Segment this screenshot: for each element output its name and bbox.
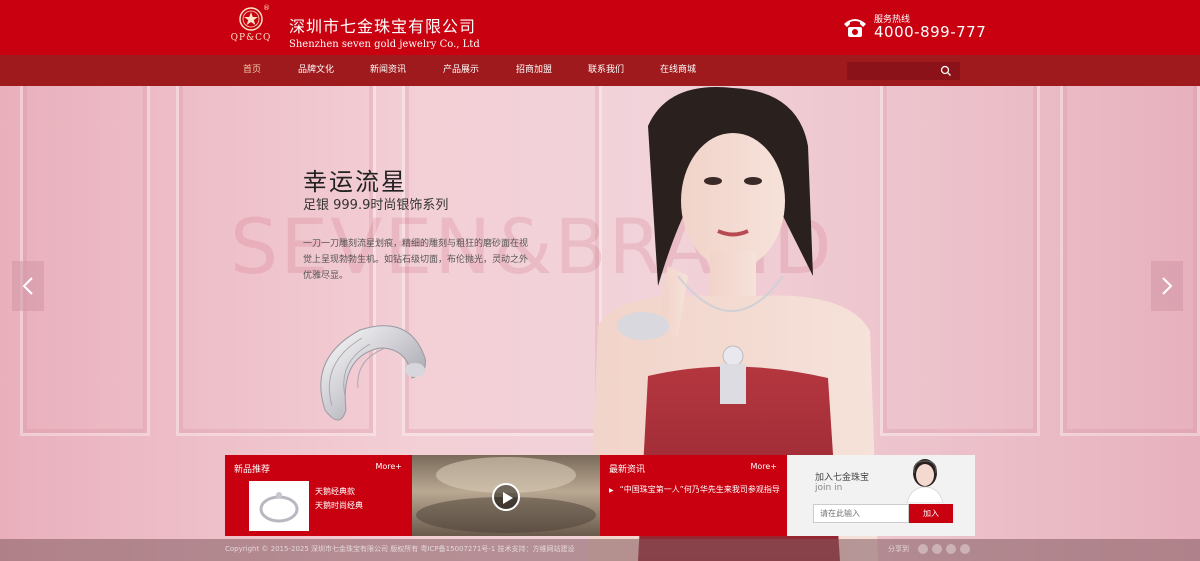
company-name-en: Shenzhen seven gold jewelry Co., Ltd — [289, 39, 480, 50]
share-wechat-icon[interactable] — [946, 544, 956, 554]
bullet-icon: ▶ — [609, 487, 614, 494]
join-panel: 加入七金珠宝 join in 加入 — [787, 455, 975, 536]
hero-banner: SEVEN&BRAND 幸运流星 足银 999.9时尚银饰系列 一刀一刀雕刻流星… — [0, 86, 1200, 561]
nav-contact[interactable]: 联系我们 — [588, 55, 624, 86]
nav-franchise[interactable]: 招商加盟 — [516, 55, 552, 86]
registered-mark: ® — [263, 4, 270, 12]
next-slide-button[interactable] — [1151, 261, 1183, 311]
play-icon — [503, 492, 513, 504]
chevron-right-icon — [1162, 277, 1173, 295]
join-button[interactable]: 加入 — [909, 504, 953, 523]
share-qq-icon[interactable] — [932, 544, 942, 554]
nav-online-store[interactable]: 在线商城 — [660, 55, 696, 86]
search-icon[interactable] — [940, 65, 952, 77]
latest-news-more-link[interactable]: More+ — [750, 462, 777, 471]
bangle-icon — [259, 492, 299, 523]
product-desc: 天鹅时尚经典 — [315, 501, 363, 510]
nav-home[interactable]: 首页 — [243, 55, 261, 86]
share-weibo-icon[interactable] — [918, 544, 928, 554]
search-box — [847, 62, 960, 83]
product-name[interactable]: 天鹅经典款 — [315, 485, 363, 499]
top-header: QP&CQ ® 深圳市七金珠宝有限公司 Shenzhen seven gold … — [0, 0, 1200, 55]
prev-slide-button[interactable] — [12, 261, 44, 311]
nav-brand-culture[interactable]: 品牌文化 — [298, 55, 334, 86]
product-thumbnail[interactable] — [249, 481, 309, 531]
join-subtitle: join in — [815, 483, 843, 493]
new-products-more-link[interactable]: More+ — [375, 462, 402, 471]
nav-news[interactable]: 新闻资讯 — [370, 55, 406, 86]
new-products-panel: 新品推荐 More+ 天鹅经典款 天鹅时尚经典 — [225, 455, 412, 536]
latest-news-title: 最新资讯 — [609, 465, 646, 475]
wall-panel — [880, 86, 1040, 436]
logo-text: QP&CQ — [230, 33, 272, 43]
company-name: 深圳市七金珠宝有限公司 Shenzhen seven gold jewelry … — [289, 13, 480, 50]
main-nav: 首页 品牌文化 新闻资讯 产品展示 招商加盟 联系我们 在线商城 — [0, 55, 1200, 86]
copyright-text: Copyright © 2015-2025 深圳市七金珠宝有限公司 版权所有 粤… — [225, 545, 575, 553]
hotline-number: 4000-899-777 — [874, 23, 987, 41]
latest-news-panel: 最新资讯 More+ ▶ “中国珠宝第一人”何乃华先生来我司参观指导 — [600, 455, 787, 536]
hero-title: 幸运流星 — [303, 168, 407, 196]
join-input[interactable] — [813, 504, 909, 523]
chevron-left-icon — [22, 277, 33, 295]
new-products-title: 新品推荐 — [234, 465, 271, 475]
brand-logo[interactable]: QP&CQ ® — [226, 4, 276, 50]
hero-subtitle: 足银 999.9时尚银饰系列 — [303, 198, 449, 213]
silver-bracelet-image — [320, 325, 426, 421]
phone-icon — [844, 19, 866, 37]
company-name-cn: 深圳市七金珠宝有限公司 — [289, 17, 477, 36]
video-panel — [412, 455, 600, 536]
search-input[interactable] — [847, 65, 935, 83]
news-list-item[interactable]: ▶ “中国珠宝第一人”何乃华先生来我司参观指导 — [609, 484, 780, 495]
product-info: 天鹅经典款 天鹅时尚经典 — [315, 485, 363, 513]
share-label: 分享到 — [888, 545, 909, 553]
hero-description: 一刀一刀雕刻流星划痕，精细的雕刻与粗狂的磨砂面在视觉上呈现勃勃生机。如钻石级切面… — [303, 239, 529, 281]
logo-emblem-icon — [239, 7, 263, 31]
join-title: 加入七金珠宝 — [815, 473, 870, 483]
share-more-icon[interactable] — [960, 544, 970, 554]
footer: Copyright © 2015-2025 深圳市七金珠宝有限公司 版权所有 粤… — [0, 539, 1200, 561]
nav-products[interactable]: 产品展示 — [443, 55, 479, 86]
customer-service-avatar — [906, 459, 944, 503]
video-play-button[interactable] — [492, 483, 520, 511]
news-headline[interactable]: “中国珠宝第一人”何乃华先生来我司参观指导 — [620, 485, 780, 494]
